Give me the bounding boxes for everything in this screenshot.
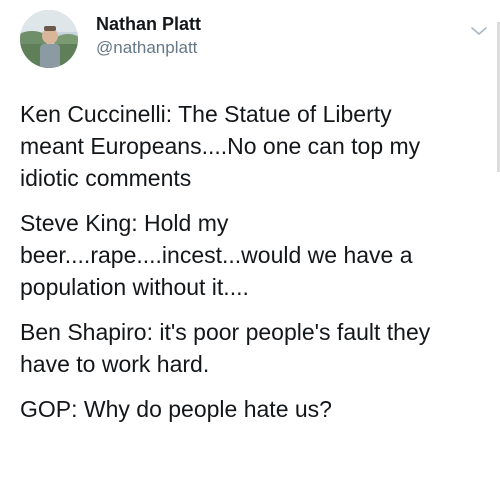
author-handle[interactable]: @nathanplatt bbox=[96, 37, 201, 59]
tweet-paragraph: Steve King: Hold my beer....rape....ince… bbox=[20, 210, 413, 300]
author-names: Nathan Platt @nathanplatt bbox=[96, 13, 201, 59]
avatar-photo-icon bbox=[20, 10, 78, 68]
avatar[interactable] bbox=[20, 10, 78, 68]
author-display-name[interactable]: Nathan Platt bbox=[96, 13, 201, 35]
chevron-down-icon[interactable] bbox=[468, 22, 490, 40]
tweet-paragraph: Ben Shapiro: it's poor people's fault th… bbox=[20, 319, 431, 377]
tweet-text: Ken Cuccinelli: The Statue of Liberty me… bbox=[20, 98, 490, 438]
tweet-card: Nathan Platt @nathanplatt Ken Cuccinelli… bbox=[0, 0, 500, 499]
tweet-header: Nathan Platt @nathanplatt bbox=[20, 6, 490, 68]
tweet-paragraph: Ken Cuccinelli: The Statue of Liberty me… bbox=[20, 101, 421, 191]
tweet-paragraph: GOP: Why do people hate us? bbox=[20, 396, 332, 422]
